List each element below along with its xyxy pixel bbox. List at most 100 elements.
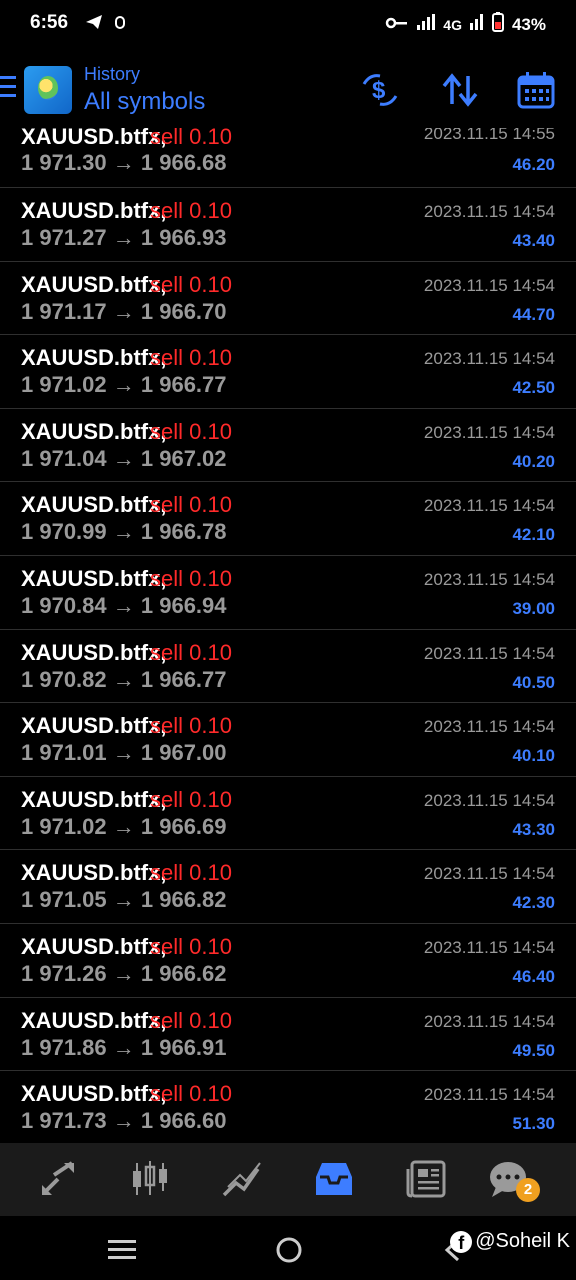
trade-row[interactable]: XAUUSD.btfx, sell 0.10 1 971.04 → 1 967.02… xyxy=(0,409,576,483)
signal-icon xyxy=(417,14,436,35)
watermark-text: @Soheil K xyxy=(475,1230,570,1252)
close-price: 1 966.68 xyxy=(140,150,227,175)
trade-history-list[interactable]: XAUUSD.btfx, sell 0.10 1 971.30 → 1 966.68… xyxy=(0,128,576,1143)
trade-profit: 44.70 xyxy=(512,304,555,324)
close-price: 1 966.78 xyxy=(140,519,227,545)
trade-profit: 39.00 xyxy=(512,598,555,618)
trade-date: 2023.11.15 14:54 xyxy=(423,496,555,516)
trade-row[interactable]: XAUUSD.btfx, sell 0.10 1 971.17 → 1 966.70… xyxy=(0,262,576,336)
trade-profit: 40.20 xyxy=(512,451,555,471)
trade-profit: 43.30 xyxy=(512,819,555,839)
open-price: 1 971.17 xyxy=(21,298,107,324)
currency-exchange-icon[interactable]: $ xyxy=(360,70,400,110)
trade-date: 2023.11.15 14:54 xyxy=(423,643,555,663)
trade-row[interactable]: XAUUSD.btfx, sell 0.10 1 970.82 → 1 966.77… xyxy=(0,630,576,704)
watermark: f @Soheil K xyxy=(450,1230,570,1253)
arrow-right-icon: → xyxy=(106,740,141,766)
menu-icon[interactable] xyxy=(0,76,18,98)
trade-symbol: XAUUSD.btfx, xyxy=(21,345,167,371)
sort-icon[interactable] xyxy=(440,70,480,110)
trade-row[interactable]: XAUUSD.btfx, sell 0.10 1 971.01 → 1 967.00… xyxy=(0,703,576,777)
symbol-filter[interactable]: All symbols xyxy=(84,88,205,116)
app-header: History All symbols $ xyxy=(0,50,576,128)
trade-side: sell 0.10 xyxy=(150,713,232,739)
trade-prices: 1 971.04 → 1 967.02 xyxy=(21,446,227,472)
trade-prices: 1 971.27 → 1 966.93 xyxy=(21,225,227,251)
trade-prices: 1 971.30 → 1 966.68 xyxy=(21,150,227,176)
open-price: 1 971.26 xyxy=(21,960,107,986)
arrow-right-icon: → xyxy=(106,225,141,250)
quotes-icon[interactable] xyxy=(36,1159,80,1199)
trade-side: sell 0.10 xyxy=(150,128,232,149)
close-price: 1 966.94 xyxy=(140,592,227,618)
calendar-icon[interactable] xyxy=(516,70,556,110)
trade-date: 2023.11.15 14:54 xyxy=(423,790,555,810)
trade-side: sell 0.10 xyxy=(150,1081,232,1107)
close-price: 1 966.62 xyxy=(140,960,227,986)
trade-date: 2023.11.15 14:54 xyxy=(423,569,555,589)
trade-prices: 1 970.82 → 1 966.77 xyxy=(21,667,227,693)
svg-text:$: $ xyxy=(372,77,386,104)
trade-profit: 40.50 xyxy=(512,672,555,692)
arrow-right-icon: → xyxy=(106,960,141,986)
chat-badge: 2 xyxy=(516,1178,540,1202)
trade-prices: 1 971.26 → 1 966.62 xyxy=(21,961,227,987)
trade-row[interactable]: XAUUSD.btfx, sell 0.10 1 970.84 → 1 966.94… xyxy=(0,556,576,630)
close-price: 1 966.60 xyxy=(140,1108,227,1134)
trade-profit: 40.10 xyxy=(512,746,555,766)
close-price: 1 966.70 xyxy=(140,298,227,324)
open-price: 1 971.05 xyxy=(21,887,107,913)
trade-row[interactable]: XAUUSD.btfx, sell 0.10 1 971.27 → 1 966.93… xyxy=(0,188,576,262)
trade-symbol: XAUUSD.btfx, xyxy=(21,492,167,518)
history-icon[interactable] xyxy=(312,1159,356,1199)
trade-row[interactable]: XAUUSD.btfx, sell 0.10 1 971.86 → 1 966.91… xyxy=(0,998,576,1072)
arrow-right-icon: → xyxy=(106,372,141,398)
battery-icon xyxy=(491,12,504,37)
arrow-right-icon: → xyxy=(106,1108,141,1134)
trade-row[interactable]: XAUUSD.btfx, sell 0.10 1 971.30 → 1 966.68… xyxy=(0,128,576,188)
bottom-navigation xyxy=(0,1143,576,1216)
trade-side: sell 0.10 xyxy=(150,345,232,371)
close-price: 1 966.91 xyxy=(140,1034,227,1060)
trade-date: 2023.11.15 14:54 xyxy=(423,937,555,957)
arrow-right-icon: → xyxy=(106,592,141,618)
trade-side: sell 0.10 xyxy=(150,418,232,444)
trade-date: 2023.11.15 14:54 xyxy=(423,349,555,369)
trade-prices: 1 971.73 → 1 966.60 xyxy=(21,1108,227,1134)
trade-prices: 1 970.99 → 1 966.78 xyxy=(21,519,227,545)
trade-date: 2023.11.15 14:54 xyxy=(423,864,555,884)
recents-icon[interactable] xyxy=(108,1240,136,1265)
trade-icon[interactable] xyxy=(220,1159,264,1199)
telegram-icon xyxy=(84,12,104,37)
trade-row[interactable]: XAUUSD.btfx, sell 0.10 1 971.02 → 1 966.77… xyxy=(0,335,576,409)
status-time: 6:56 xyxy=(30,12,69,33)
signal-icon-2 xyxy=(469,14,484,35)
trade-prices: 1 971.17 → 1 966.70 xyxy=(21,299,227,325)
close-price: 1 966.69 xyxy=(140,813,227,839)
key-icon xyxy=(385,15,409,35)
trade-row[interactable]: XAUUSD.btfx, sell 0.10 1 971.26 → 1 966.62… xyxy=(0,924,576,998)
trade-prices: 1 971.86 → 1 966.91 xyxy=(21,1035,227,1061)
facebook-icon: f xyxy=(450,1230,473,1253)
trade-profit: 49.50 xyxy=(512,1040,555,1060)
trade-profit: 42.50 xyxy=(512,378,555,398)
trade-symbol: XAUUSD.btfx, xyxy=(21,198,167,223)
arrow-right-icon: → xyxy=(106,519,141,545)
trade-profit: 43.40 xyxy=(512,231,555,250)
home-icon[interactable] xyxy=(275,1236,303,1269)
arrow-right-icon: → xyxy=(106,298,141,324)
trade-symbol: XAUUSD.btfx, xyxy=(21,418,167,444)
trade-side: sell 0.10 xyxy=(150,271,232,297)
open-price: 1 971.30 xyxy=(21,150,107,175)
arrow-right-icon: → xyxy=(106,887,141,913)
trade-row[interactable]: XAUUSD.btfx, sell 0.10 1 970.99 → 1 966.78… xyxy=(0,482,576,556)
trade-row[interactable]: XAUUSD.btfx, sell 0.10 1 971.73 → 1 966.60… xyxy=(0,1071,576,1143)
trade-symbol: XAUUSD.btfx, xyxy=(21,639,167,665)
trade-row[interactable]: XAUUSD.btfx, sell 0.10 1 971.05 → 1 966.82… xyxy=(0,850,576,924)
trade-side: sell 0.10 xyxy=(150,565,232,591)
trade-symbol: XAUUSD.btfx, xyxy=(21,1007,167,1033)
close-price: 1 967.00 xyxy=(140,740,227,766)
trade-row[interactable]: XAUUSD.btfx, sell 0.10 1 971.02 → 1 966.69… xyxy=(0,777,576,851)
news-icon[interactable] xyxy=(404,1159,448,1199)
chart-icon[interactable] xyxy=(128,1159,172,1199)
